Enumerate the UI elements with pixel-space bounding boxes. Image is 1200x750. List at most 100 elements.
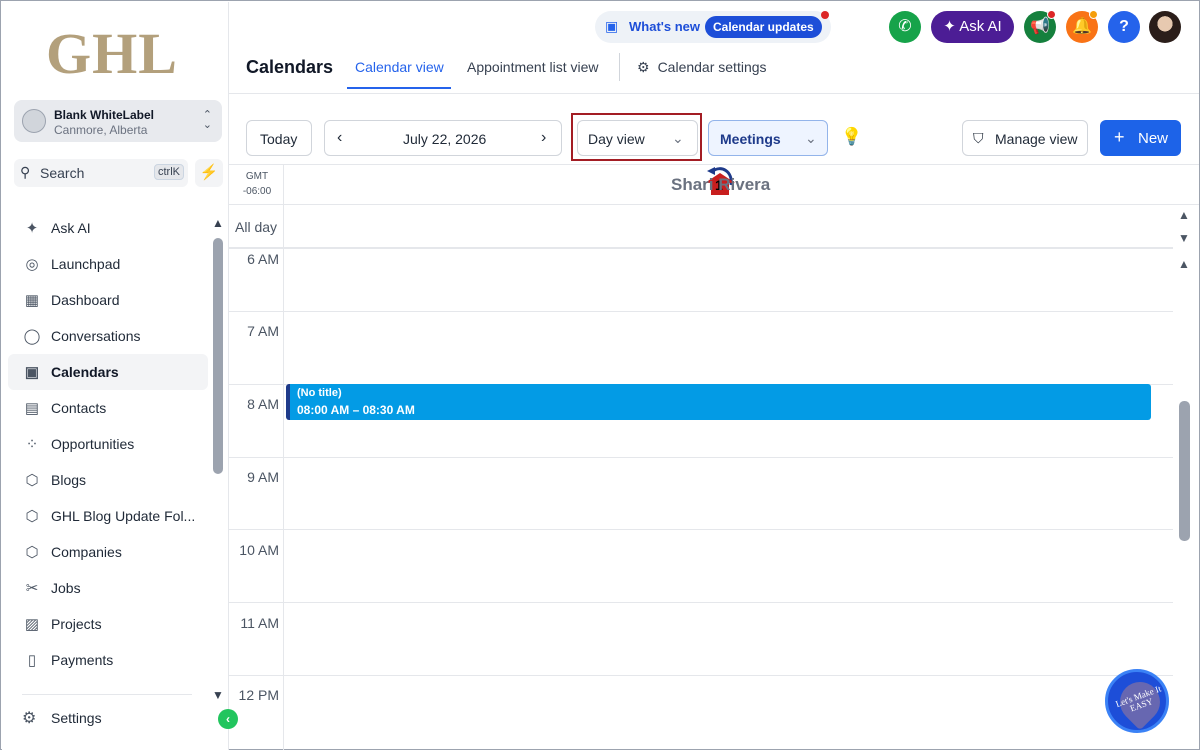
sidebar-item-label: Blogs — [51, 472, 87, 488]
whats-new-banner[interactable]: ▣ What's new Calendar updates — [595, 11, 831, 43]
search-icon: ⚲ — [20, 164, 31, 180]
hour-label: 12 PM — [238, 687, 279, 703]
cube-icon: ⬡ — [25, 472, 39, 489]
tab-label: Calendar settings — [657, 59, 767, 75]
ask-ai-label: Ask AI — [959, 18, 1002, 35]
sidebar-item-projects[interactable]: ▨ Projects — [8, 606, 208, 642]
filter-icon: ⛉ — [973, 130, 984, 146]
location-switcher[interactable]: Blank WhiteLabel Canmore, Alberta ⌃ ⌄ — [14, 100, 222, 142]
sidebar-item-ask-ai[interactable]: ✦ Ask AI — [8, 210, 208, 246]
event-title: (No title) — [297, 387, 342, 399]
sidebar-item-label: Ask AI — [51, 220, 91, 236]
manage-view-button[interactable]: ⛉ Manage view — [962, 120, 1088, 156]
chevron-down-icon: ⌄ — [805, 130, 817, 146]
avatar[interactable] — [1149, 11, 1181, 43]
ask-ai-button[interactable]: ✦ Ask AI — [931, 11, 1014, 43]
sidebar-item-label: Companies — [51, 544, 122, 560]
grid-icon: ▦ — [24, 292, 40, 309]
sidebar-item-ghl-blog-update[interactable]: ⬡ GHL Blog Update Fol... — [8, 498, 208, 534]
lets-make-it-easy-badge[interactable]: Let's Make It EASY — [1105, 669, 1169, 733]
cube-icon: ⬡ — [25, 544, 39, 561]
sidebar-scroll-up-icon[interactable]: ▲ — [212, 216, 224, 230]
calendar-event[interactable]: (No title) 08:00 AM – 08:30 AM — [286, 384, 1151, 420]
view-select[interactable]: Day view ⌄ — [577, 120, 698, 156]
hour-label: 9 AM — [247, 469, 279, 485]
hour-label: 11 AM — [240, 615, 279, 631]
hour-line — [229, 529, 1173, 530]
sidebar-item-jobs[interactable]: ✂ Jobs — [8, 570, 208, 606]
scroll-down-icon[interactable]: ▼ — [1178, 231, 1190, 245]
gmt-offset: -06:00 — [242, 186, 272, 197]
calendar-filter-value: Meetings — [720, 131, 781, 147]
hour-line — [229, 311, 1173, 312]
timezone-label: GMT -06:00 — [233, 169, 281, 199]
tools-icon: ✂ — [25, 580, 39, 597]
sidebar-item-calendars[interactable]: ▣ Calendars — [8, 354, 208, 390]
sidebar-item-payments[interactable]: ▯ Payments — [8, 642, 208, 678]
sidebar-item-launchpad[interactable]: ◎ Launchpad — [8, 246, 208, 282]
today-button[interactable]: Today — [246, 120, 312, 156]
logo: GHL — [46, 21, 178, 86]
sidebar-item-conversations[interactable]: ◯ Conversations — [8, 318, 208, 354]
help-button[interactable]: ? — [1108, 11, 1140, 43]
location-place: Canmore, Alberta — [54, 123, 148, 137]
rocket-icon: ◎ — [25, 256, 39, 273]
today-label: Today — [260, 131, 298, 147]
chevron-left-icon[interactable]: ‹ — [337, 129, 342, 147]
sidebar-item-label: Jobs — [51, 580, 81, 596]
sidebar-item-contacts[interactable]: ▤ Contacts — [8, 390, 208, 426]
active-tab-underline — [347, 87, 451, 89]
bell-icon: 🔔 — [1072, 18, 1092, 35]
sidebar-item-label: Settings — [51, 710, 102, 726]
tab-calendar-view[interactable]: Calendar view — [355, 59, 444, 75]
calendar-updates-pill[interactable]: Calendar updates — [705, 16, 822, 38]
scroll-up-icon[interactable]: ▲ — [1178, 257, 1190, 271]
hour-label: 8 AM — [247, 396, 279, 412]
sidebar: GHL Blank WhiteLabel Canmore, Alberta ⌃ ⌄… — [2, 2, 229, 750]
sidebar-scroll-down-icon[interactable]: ▼ — [212, 688, 224, 702]
calendar-filter-select[interactable]: Meetings ⌄ — [708, 120, 828, 156]
quick-action-bolt-icon[interactable]: ⚡ — [195, 159, 223, 187]
gmt-label: GMT — [245, 171, 269, 182]
sidebar-item-label: Calendars — [51, 364, 119, 380]
collapse-sidebar-button[interactable]: ‹ — [218, 709, 238, 729]
calendar-icon: ▣ — [24, 364, 40, 381]
event-time: 08:00 AM – 08:30 AM — [297, 403, 415, 417]
sidebar-item-dashboard[interactable]: ▦ Dashboard — [8, 282, 208, 318]
sidebar-scrollbar[interactable] — [213, 238, 223, 474]
chevron-down-icon: ⌄ — [672, 130, 684, 146]
header-divider — [229, 93, 1199, 94]
calendar-scrollbar[interactable] — [1179, 401, 1190, 541]
announcement-dot — [1047, 10, 1056, 19]
all-day-row[interactable] — [229, 205, 1173, 249]
sidebar-item-label: Launchpad — [51, 256, 121, 272]
new-button[interactable]: + New — [1100, 120, 1181, 156]
notification-dot — [1089, 10, 1098, 19]
date-navigator: ‹ July 22, 2026 › — [324, 120, 562, 156]
hour-line — [229, 602, 1173, 603]
sidebar-item-settings[interactable]: ⚙ Settings — [22, 708, 102, 728]
hour-line — [229, 675, 1173, 676]
lightbulb-icon[interactable]: 💡 — [841, 127, 862, 147]
new-label: New — [1138, 130, 1169, 147]
help-label: ? — [1119, 18, 1129, 35]
megaphone-icon: 📢 — [1030, 18, 1050, 35]
tab-appointment-list-view[interactable]: Appointment list view — [467, 59, 599, 75]
hour-label: 10 AM — [239, 542, 279, 558]
scroll-up-icon[interactable]: ▲ — [1178, 208, 1190, 222]
search-input[interactable]: ⚲ Search ctrlK — [14, 159, 188, 187]
tab-calendar-settings[interactable]: ⚙ Calendar settings — [637, 59, 767, 76]
calendar-column-name: Shari Rivera — [671, 175, 771, 194]
sidebar-item-blogs[interactable]: ⬡ Blogs — [8, 462, 208, 498]
sidebar-item-opportunities[interactable]: ⁘ Opportunities — [8, 426, 208, 462]
location-avatar-icon — [22, 109, 46, 133]
sidebar-nav: ✦ Ask AI ◎ Launchpad ▦ Dashboard ◯ Conversat… — [8, 210, 208, 678]
page-title: Calendars — [246, 57, 334, 77]
phone-button[interactable]: ✆ — [889, 11, 921, 43]
notification-dot — [821, 11, 829, 19]
sidebar-divider — [22, 694, 192, 695]
sidebar-item-label: Opportunities — [51, 436, 135, 452]
sidebar-item-companies[interactable]: ⬡ Companies — [8, 534, 208, 570]
gear-icon: ⚙ — [22, 710, 37, 727]
chevron-right-icon[interactable]: › — [541, 129, 546, 147]
